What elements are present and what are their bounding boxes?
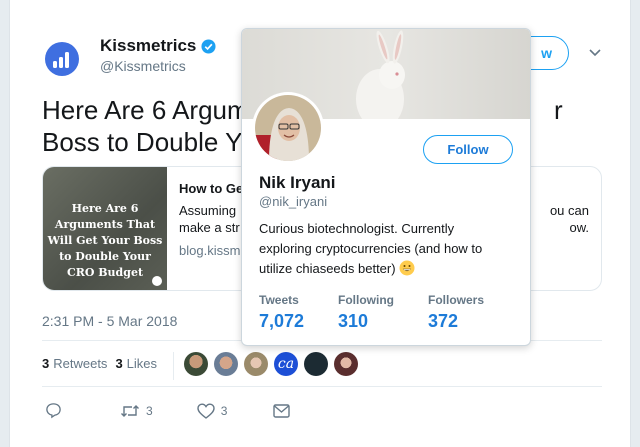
profile-bio: Curious biotechnologist. Currently explo…	[259, 219, 519, 279]
retweet-button[interactable]: 3	[120, 403, 153, 419]
tweet-text-line1-end: r	[554, 95, 563, 125]
author-name-text[interactable]: Kissmetrics	[100, 36, 196, 56]
author-handle[interactable]: @Kissmetrics	[100, 58, 186, 74]
chevron-down-icon[interactable]	[587, 44, 603, 60]
direct-message-button[interactable]	[273, 403, 291, 418]
profile-avatar[interactable]	[252, 92, 324, 164]
like-count: 3	[220, 403, 228, 418]
followers-label: Followers	[428, 293, 485, 307]
profile-photo	[255, 95, 321, 161]
link-desc-line1: Assuming	[179, 203, 237, 218]
profile-name[interactable]: Nik Iryani	[259, 173, 336, 193]
followers-value: 372	[428, 311, 459, 331]
link-desc-line1-end: ou can	[549, 203, 589, 218]
link-domain: blog.kissm	[179, 243, 241, 258]
link-desc-line2-end: ow.	[569, 220, 589, 235]
tweets-value: 7,072	[259, 311, 305, 331]
verified-badge-icon	[201, 38, 216, 54]
follow-button-label: Follow	[447, 142, 489, 157]
bio-line1: Curious biotechnologist. Currently	[259, 221, 455, 236]
tweet-timestamp[interactable]: 2:31 PM - 5 Mar 2018	[42, 313, 177, 329]
reply-icon	[46, 403, 61, 419]
tweet-actions: 3 3	[45, 402, 291, 419]
bio-line3-wrap: utilize chiaseeds better)	[259, 259, 519, 279]
liker-avatar[interactable]	[244, 352, 268, 376]
retweet-icon	[121, 404, 139, 417]
retweet-count: 3	[146, 403, 153, 418]
profile-hover-card: Follow Nik Iryani @nik_iryani Curious bi…	[241, 28, 531, 346]
retweets-stat[interactable]: 3 Retweets	[42, 356, 107, 371]
following-label: Following	[338, 293, 394, 307]
followers-stat[interactable]: Followers 372	[428, 293, 484, 332]
following-value: 310	[338, 311, 369, 331]
follow-button-main-label: w	[541, 45, 552, 61]
likes-label: Likes	[126, 356, 158, 371]
bio-line2: exploring cryptocurrencies (and how to	[259, 241, 483, 256]
reply-button[interactable]	[45, 402, 62, 419]
grinning-emoji-icon	[399, 260, 415, 276]
link-desc-line2: make a str	[179, 220, 240, 235]
author-name[interactable]: Kissmetrics	[100, 36, 216, 56]
liker-avatar[interactable]	[184, 352, 208, 376]
tweet-text-line1: Here Are 6 Argum	[42, 95, 249, 125]
liker-avatar[interactable]	[214, 352, 238, 376]
like-icon	[196, 402, 215, 419]
liker-avatar[interactable]	[304, 352, 328, 376]
liker-avatar[interactable]: ca	[274, 352, 298, 376]
liker-avatar[interactable]	[334, 352, 358, 376]
tweets-label: Tweets	[259, 293, 299, 307]
link-thumbnail: Here Are 6 Arguments That Will Get Your …	[43, 167, 167, 290]
kissmetrics-logo-icon[interactable]	[40, 37, 84, 81]
tweet-stats: 3 Retweets 3 Likes	[42, 356, 157, 371]
thumbnail-brand-icon	[152, 276, 162, 286]
bio-line3: utilize chiaseeds better)	[259, 261, 396, 276]
likes-stat[interactable]: 3 Likes	[115, 356, 157, 371]
retweets-label: Retweets	[53, 356, 108, 371]
following-stat[interactable]: Following 310	[338, 293, 394, 332]
profile-handle[interactable]: @nik_iryani	[259, 194, 327, 209]
like-button[interactable]: 3	[196, 402, 228, 419]
retweets-count: 3	[42, 356, 50, 371]
divider	[42, 386, 602, 387]
follow-button[interactable]: Follow	[423, 135, 513, 164]
liker-avatars: ca	[173, 352, 358, 380]
likes-count: 3	[115, 356, 123, 371]
tweets-stat[interactable]: Tweets 7,072	[259, 293, 304, 332]
thumbnail-text: Here Are 6 Arguments That Will Get Your …	[47, 202, 163, 279]
direct-message-icon	[273, 403, 291, 418]
